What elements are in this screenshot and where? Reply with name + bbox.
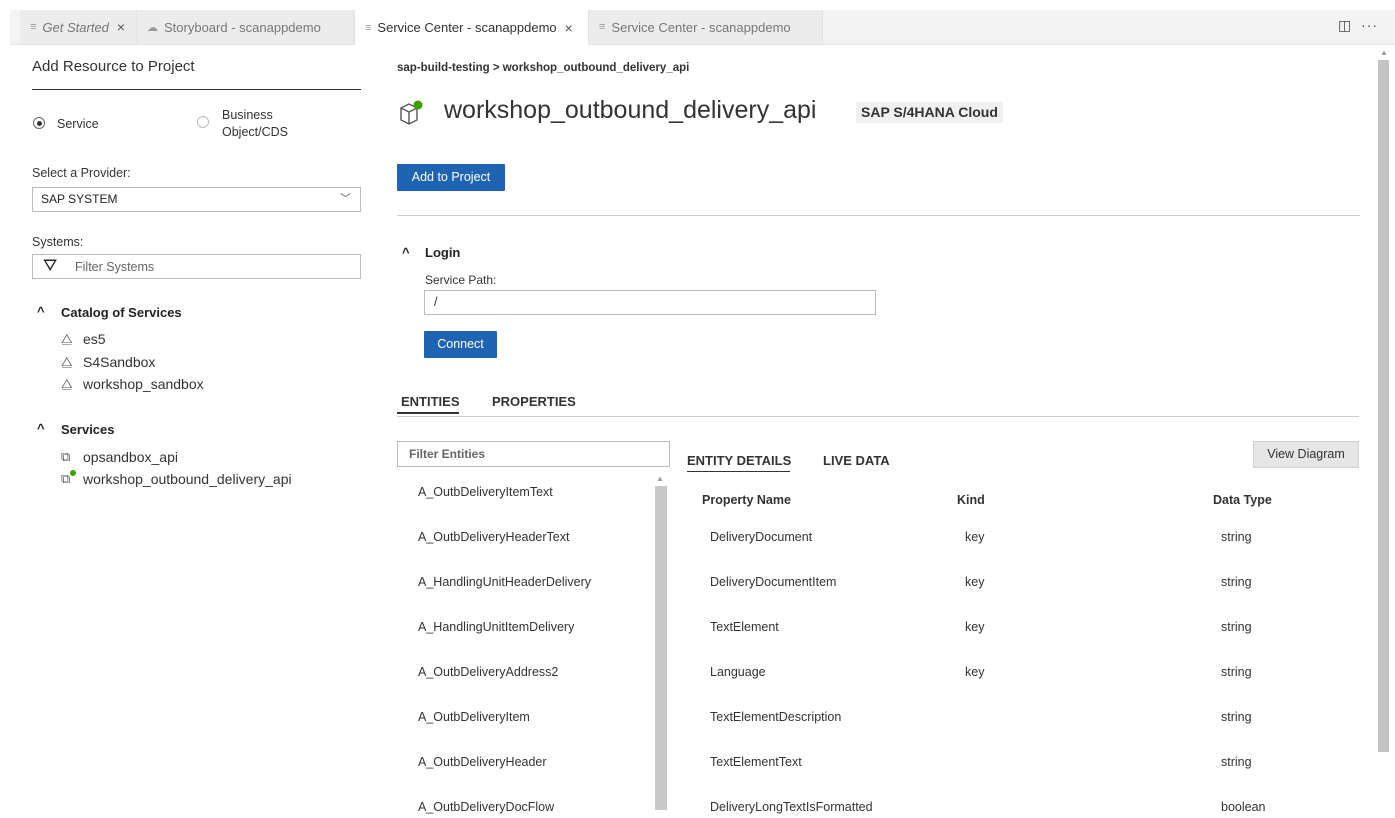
tab-live-data[interactable]: LIVE DATA bbox=[823, 453, 890, 468]
service-path-label: Service Path: bbox=[425, 273, 497, 287]
service-cube-icon bbox=[398, 100, 424, 126]
divider bbox=[397, 416, 1359, 417]
catalog-item-workshop-sandbox[interactable]: ⧋ workshop_sandbox bbox=[61, 376, 204, 392]
provider-select[interactable]: SAP SYSTEM ﹀ bbox=[32, 187, 361, 212]
scroll-up-arrow-icon[interactable]: ▲ bbox=[1380, 48, 1388, 57]
cube-connected-icon: ⧉ bbox=[61, 470, 83, 487]
table-row[interactable]: Language key string bbox=[697, 655, 1357, 695]
column-header-kind: Kind bbox=[957, 493, 985, 507]
properties-table: DeliveryDocument key string DeliveryDocu… bbox=[697, 520, 1357, 818]
radio-service[interactable] bbox=[33, 117, 45, 129]
catalog-item-es5[interactable]: ⧋ es5 bbox=[61, 331, 106, 347]
service-catalog-icon: ⧋ bbox=[61, 331, 73, 346]
radio-business-label-line2: Object/CDS bbox=[222, 125, 288, 139]
close-icon[interactable]: × bbox=[565, 20, 573, 36]
table-row[interactable]: DeliveryLongTextIsFormatted boolean bbox=[697, 790, 1357, 818]
column-header-data-type: Data Type bbox=[1213, 493, 1272, 507]
divider bbox=[397, 215, 1360, 216]
entity-item[interactable]: A_OutbDeliveryHeader bbox=[418, 755, 547, 769]
filter-entities-input[interactable]: Filter Entities bbox=[397, 441, 670, 467]
add-to-project-button[interactable]: Add to Project bbox=[397, 164, 505, 191]
entity-item[interactable]: A_OutbDeliveryDocFlow bbox=[418, 800, 554, 814]
document-icon: ≡ bbox=[30, 21, 37, 33]
cloud-icon: ☁ bbox=[147, 21, 158, 34]
document-icon: ≡ bbox=[599, 21, 606, 33]
catalog-header[interactable]: Catalog of Services bbox=[61, 305, 182, 320]
system-badge: SAP S/4HANA Cloud bbox=[856, 102, 1003, 123]
radio-business-object[interactable] bbox=[197, 116, 209, 128]
services-header[interactable]: Services bbox=[61, 422, 115, 437]
divider bbox=[32, 89, 361, 90]
main-scrollbar[interactable] bbox=[1378, 60, 1389, 752]
page-title: workshop_outbound_delivery_api bbox=[444, 96, 817, 124]
service-path-input[interactable]: / bbox=[424, 290, 876, 315]
chevron-down-icon: ﹀ bbox=[340, 193, 351, 205]
tab-entities[interactable]: ENTITIES bbox=[401, 394, 460, 409]
service-catalog-icon: ⧋ bbox=[61, 354, 73, 369]
catalog-item-s4sandbox[interactable]: ⧋ S4Sandbox bbox=[61, 354, 155, 370]
active-tab-underline bbox=[687, 471, 790, 472]
filter-icon: ⛛ bbox=[43, 256, 58, 275]
collapse-catalog-icon[interactable]: ^ bbox=[37, 304, 45, 319]
close-icon[interactable]: × bbox=[117, 19, 125, 35]
tab-properties[interactable]: PROPERTIES bbox=[492, 394, 576, 409]
entity-item[interactable]: A_OutbDeliveryItemText bbox=[418, 485, 553, 499]
breadcrumb: sap-build-testing > workshop_outbound_de… bbox=[397, 62, 690, 74]
entity-item[interactable]: A_OutbDeliveryAddress2 bbox=[418, 665, 558, 679]
entity-item[interactable]: A_HandlingUnitHeaderDelivery bbox=[418, 575, 591, 589]
table-row[interactable]: TextElement key string bbox=[697, 610, 1357, 650]
entity-item[interactable]: A_OutbDeliveryHeaderText bbox=[418, 530, 569, 544]
tab-service-center-active[interactable]: ≡ Service Center - scanappdemo × bbox=[354, 10, 589, 45]
entity-item[interactable]: A_HandlingUnitItemDelivery bbox=[418, 620, 574, 634]
tab-storyboard[interactable]: ☁ Storyboard - scanappdemo bbox=[137, 10, 354, 44]
document-icon: ≡ bbox=[365, 21, 372, 34]
service-item-opsandbox[interactable]: ⧉ opsandbox_api bbox=[61, 449, 178, 465]
panel-title: Add Resource to Project bbox=[32, 58, 195, 75]
scroll-up-arrow-icon[interactable]: ▲ bbox=[656, 474, 664, 483]
active-tab-underline bbox=[397, 412, 459, 414]
login-header[interactable]: Login bbox=[425, 245, 460, 260]
connect-button[interactable]: Connect bbox=[424, 331, 497, 358]
service-catalog-icon: ⧋ bbox=[61, 376, 73, 391]
table-row[interactable]: DeliveryDocument key string bbox=[697, 520, 1357, 560]
column-header-property-name: Property Name bbox=[702, 493, 791, 507]
entity-list: A_OutbDeliveryItemText A_OutbDeliveryHea… bbox=[397, 478, 669, 818]
table-row[interactable]: TextElementDescription string bbox=[697, 700, 1357, 740]
filter-systems-input[interactable]: ⛛ Filter Systems bbox=[32, 254, 361, 279]
collapse-services-icon[interactable]: ^ bbox=[37, 421, 45, 436]
systems-label: Systems: bbox=[32, 235, 84, 249]
tab-service-center[interactable]: ≡ Service Center - scanappdemo bbox=[589, 10, 823, 44]
more-actions-icon[interactable]: ··· bbox=[1361, 17, 1378, 33]
entity-list-scrollbar[interactable] bbox=[655, 486, 667, 810]
cube-icon: ⧉ bbox=[61, 449, 71, 464]
view-diagram-button[interactable]: View Diagram bbox=[1253, 441, 1359, 468]
tab-get-started[interactable]: ≡ Get Started × bbox=[20, 10, 137, 44]
table-row[interactable]: TextElementText string bbox=[697, 745, 1357, 785]
provider-label: Select a Provider: bbox=[32, 166, 131, 180]
radio-service-label: Service bbox=[57, 117, 99, 131]
table-row[interactable]: DeliveryDocumentItem key string bbox=[697, 565, 1357, 605]
entity-item[interactable]: A_OutbDeliveryItem bbox=[418, 710, 530, 724]
split-editor-icon[interactable]: ◫ bbox=[1338, 17, 1351, 34]
service-item-workshop-outbound[interactable]: ⧉ workshop_outbound_delivery_api bbox=[61, 470, 292, 487]
collapse-login-icon[interactable]: ^ bbox=[402, 245, 410, 260]
tab-entity-details[interactable]: ENTITY DETAILS bbox=[687, 453, 791, 468]
radio-business-label-line1: Business bbox=[222, 108, 273, 122]
